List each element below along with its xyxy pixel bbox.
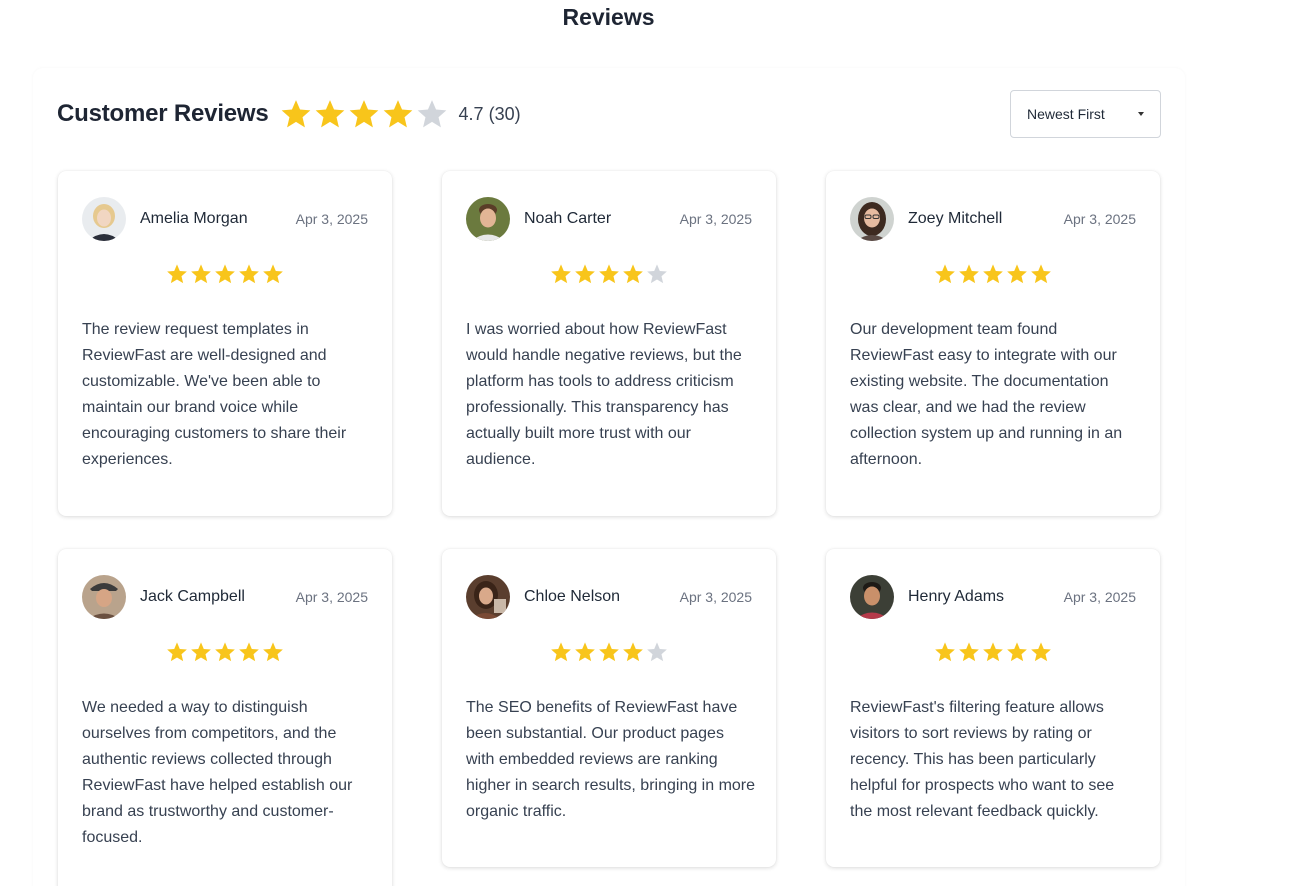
review-stars — [826, 263, 1160, 285]
star-filled-icon — [349, 100, 378, 128]
review-text: Our development team found ReviewFast ea… — [850, 321, 1123, 468]
review-card: Noah Carter Apr 3, 2025 I was worried ab… — [442, 171, 776, 516]
star-filled-icon — [575, 642, 595, 662]
reviewer-name: Noah Carter — [524, 210, 612, 227]
page-title: Reviews — [562, 4, 655, 30]
star-filled-icon — [1031, 264, 1051, 284]
star-filled-icon — [167, 642, 187, 662]
star-empty-icon — [647, 642, 667, 662]
review-text: We needed a way to distinguish ourselves… — [82, 699, 353, 846]
review-card: Chloe Nelson Apr 3, 2025 The SEO benefit… — [442, 549, 776, 867]
star-empty-icon — [647, 264, 667, 284]
star-filled-icon — [263, 642, 283, 662]
review-text: The review request templates in ReviewFa… — [82, 321, 347, 468]
review-card: Amelia Morgan Apr 3, 2025 The review req… — [58, 171, 392, 516]
caret-down-icon — [1138, 112, 1144, 116]
star-filled-icon — [599, 264, 619, 284]
star-filled-icon — [935, 642, 955, 662]
star-filled-icon — [623, 264, 643, 284]
star-filled-icon — [1007, 642, 1027, 662]
star-filled-icon — [959, 264, 979, 284]
review-date: Apr 3, 2025 — [295, 589, 368, 605]
reviewer-name: Chloe Nelson — [524, 588, 621, 605]
reviewer-name: Zoey Mitchell — [908, 210, 1003, 227]
reviewer-name: Henry Adams — [908, 588, 1005, 605]
avatar — [466, 575, 510, 619]
star-filled-icon — [383, 100, 412, 128]
star-empty-icon — [417, 100, 446, 128]
reviewer-name: Amelia Morgan — [140, 210, 248, 227]
review-stars — [58, 641, 392, 663]
sort-dropdown[interactable]: Newest First — [1010, 90, 1161, 138]
star-filled-icon — [315, 100, 344, 128]
review-date: Apr 3, 2025 — [679, 211, 752, 227]
star-filled-icon — [215, 264, 235, 284]
review-date: Apr 3, 2025 — [295, 211, 368, 227]
star-filled-icon — [281, 100, 310, 128]
star-filled-icon — [551, 264, 571, 284]
review-card: Zoey Mitchell Apr 3, 2025 Our developmen… — [826, 171, 1160, 516]
review-date: Apr 3, 2025 — [1063, 211, 1136, 227]
review-text: I was worried about how ReviewFast would… — [466, 321, 742, 468]
review-card: Jack Campbell Apr 3, 2025 We needed a wa… — [58, 549, 392, 886]
star-filled-icon — [215, 642, 235, 662]
star-filled-icon — [983, 642, 1003, 662]
star-filled-icon — [167, 264, 187, 284]
avatar — [82, 575, 126, 619]
review-card: Henry Adams Apr 3, 2025 ReviewFast's fil… — [826, 549, 1160, 867]
rating-summary: 4.7 (30) — [458, 103, 521, 124]
review-stars — [442, 641, 776, 663]
star-filled-icon — [239, 642, 259, 662]
star-filled-icon — [959, 642, 979, 662]
review-text: ReviewFast's filtering feature allows vi… — [850, 699, 1115, 820]
star-filled-icon — [551, 642, 571, 662]
review-stars — [442, 263, 776, 285]
star-filled-icon — [191, 642, 211, 662]
star-filled-icon — [575, 264, 595, 284]
star-filled-icon — [983, 264, 1003, 284]
review-stars — [826, 641, 1160, 663]
avatar — [850, 575, 894, 619]
summary-stars — [279, 98, 449, 130]
star-filled-icon — [599, 642, 619, 662]
star-filled-icon — [239, 264, 259, 284]
avatar — [466, 197, 510, 241]
reviews-heading: Customer Reviews — [57, 100, 269, 127]
star-filled-icon — [263, 264, 283, 284]
star-filled-icon — [191, 264, 211, 284]
reviews-header: Customer Reviews 4.7 (30) Newest First — [57, 90, 1161, 138]
review-date: Apr 3, 2025 — [1063, 589, 1136, 605]
review-stars — [58, 263, 392, 285]
sort-dropdown-label: Newest First — [1027, 106, 1105, 122]
star-filled-icon — [1031, 642, 1051, 662]
reviewer-name: Jack Campbell — [140, 588, 245, 605]
review-date: Apr 3, 2025 — [679, 589, 752, 605]
star-filled-icon — [623, 642, 643, 662]
avatar — [82, 197, 126, 241]
star-filled-icon — [1007, 264, 1027, 284]
review-text: The SEO benefits of ReviewFast have been… — [466, 699, 756, 820]
star-filled-icon — [935, 264, 955, 284]
avatar — [850, 197, 894, 241]
